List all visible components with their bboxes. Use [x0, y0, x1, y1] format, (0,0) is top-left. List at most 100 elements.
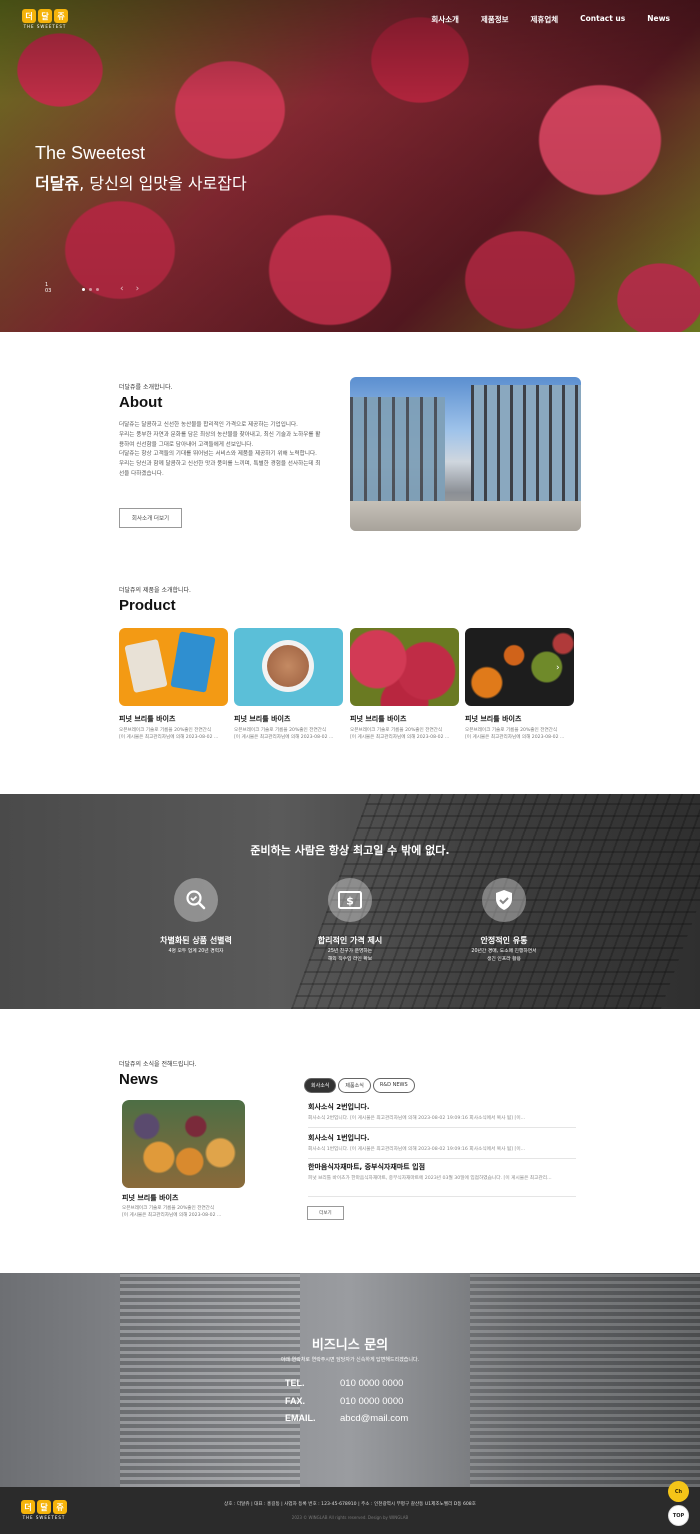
feature-desc: 해외 직수입 라인 확보: [327, 957, 373, 962]
feature-desc: 20년간 경매, 도소매 진행하면서: [471, 949, 537, 954]
news-kicker: 더달쥬의 소식을 전해드립니다.: [119, 1061, 197, 1068]
product-desc: 오븐브레이크 기술로 기름을 20%줄인 전연간식: [234, 728, 327, 733]
product-card[interactable]: 피넛 브리틀 바이츠 오븐브레이크 기술로 기름을 20%줄인 전연간식 [이 …: [465, 628, 574, 741]
scroll-top-button[interactable]: TOP: [668, 1505, 689, 1526]
nav-item-contact[interactable]: Contact us: [580, 14, 625, 25]
prev-arrow-icon[interactable]: ‹: [120, 284, 124, 294]
hero-section: 더 달 쥬 THE SWEETEST 회사소개 제품정보 제휴업체 Contac…: [0, 0, 700, 332]
nav-item-company[interactable]: 회사소개: [431, 14, 459, 25]
news-item-title: 한마음식자재마트, 중부식자재마트 입점: [308, 1163, 426, 1171]
tab-company-news[interactable]: 회사소식: [304, 1078, 337, 1093]
contact-label: FAX.: [285, 1396, 306, 1406]
product-card[interactable]: 피넛 브리틀 바이츠 오븐브레이크 기술로 기름을 20%줄인 전연간식 [이 …: [234, 628, 343, 741]
footer-copyright: 2023 © WINGLAB All rights reserved. Desi…: [291, 1515, 409, 1520]
footer: 더 달 쥬 THE SWEETEST 상호 : 더달쥬 | 대표 : 홍길동 |…: [0, 1487, 700, 1534]
building-left-facade: [350, 397, 445, 507]
snack-bag: [124, 638, 168, 694]
product-next-icon[interactable]: ›: [556, 663, 560, 673]
contact-label: EMAIL.: [285, 1413, 316, 1423]
product-image: [350, 628, 459, 706]
next-arrow-icon[interactable]: ›: [136, 284, 140, 294]
news-list-item[interactable]: 회사소식 1번입니다. 회사소식 1번입니다. [이 게시물은 최고관리자님에 …: [308, 1133, 576, 1159]
logo-tagline: THE SWEETEST: [23, 24, 67, 29]
business-subtitle: 아래 연락처로 연락주시면 담당자가 신속하게 답변해드리겠습니다.: [280, 1357, 420, 1363]
product-name: 피넛 브리틀 바이츠: [119, 715, 176, 723]
kakao-chat-button[interactable]: Ch: [668, 1481, 689, 1502]
feature-item: 안정적인 유통 20년간 경매, 도소매 진행하면서 생긴 인프라 활용: [439, 878, 569, 964]
about-title: About: [119, 394, 163, 411]
slide-dot[interactable]: [96, 288, 99, 291]
news-featured-image[interactable]: [122, 1100, 245, 1188]
slide-total: 03: [45, 288, 52, 294]
product-card[interactable]: 피넛 브리틀 바이츠 오븐브레이크 기술로 기름을 20%줄인 전연간식 [이 …: [119, 628, 228, 741]
news-item-title: 회사소식 1번입니다.: [308, 1134, 370, 1142]
about-kicker: 더달쥬를 소개합니다.: [119, 384, 173, 391]
dollar-icon: $: [328, 878, 372, 922]
about-paragraph: 우리는 풍부한 자연과 문화를 담은 최상의 농산물을 찾아내고, 최신 기술과…: [119, 431, 321, 448]
product-desc: 오븐브레이크 기술로 기름을 20%줄인 전연간식: [350, 728, 443, 733]
site-logo[interactable]: 더 달 쥬 THE SWEETEST: [22, 9, 68, 29]
news-tabs: 회사소식 제품소식 R&D NEWS: [304, 1078, 415, 1093]
contact-value: 010 0000 0000: [340, 1396, 404, 1407]
product-name: 피넛 브리틀 바이츠: [465, 715, 522, 723]
about-text: 더달쥬는 달콤하고 신선한 농산물을 합리적인 가격으로 제공하는 기업입니다.…: [119, 421, 324, 480]
news-item-desc: 회사소식 1번입니다. [이 게시물은 최고관리자님에 의해 2023-08-0…: [308, 1147, 526, 1152]
feature-item: $ 합리적인 가격 제시 25년 친구가 운영하는 해외 직수입 라인 확보: [285, 878, 415, 964]
product-card[interactable]: 피넛 브리틀 바이츠 오븐브레이크 기술로 기름을 20%줄인 전연간식 [이 …: [350, 628, 459, 741]
product-image: [234, 628, 343, 706]
search-check-icon: [174, 878, 218, 922]
slide-dot[interactable]: [82, 288, 85, 291]
product-name: 피넛 브리틀 바이츠: [350, 715, 407, 723]
building-right-facade: [471, 385, 581, 515]
business-title: 비즈니스 문의: [311, 1338, 389, 1353]
logo-char: 더: [22, 9, 36, 23]
nav-item-news[interactable]: News: [647, 14, 670, 25]
news-more-button[interactable]: 더보기: [307, 1206, 344, 1220]
product-desc: [이 게시물은 최고관리자님에 의해 2023-08-02 ...: [350, 735, 450, 740]
bg-blinds: [470, 1273, 700, 1487]
slide-dot[interactable]: [89, 288, 92, 291]
shield-check-icon: [482, 878, 526, 922]
feature-desc: 4명 모두 업계 20년 경력자: [168, 949, 224, 954]
logo-char: 달: [38, 9, 52, 23]
contact-value: 010 0000 0000: [340, 1378, 404, 1389]
product-desc: [이 게시물은 최고관리자님에 의해 2023-08-02 ...: [119, 735, 219, 740]
news-item-desc: 회사소식 2번입니다. [이 게시물은 최고관리자님에 의해 2023-08-0…: [308, 1116, 526, 1121]
slide-dots: [82, 288, 99, 291]
nav-item-products[interactable]: 제품정보: [481, 14, 509, 25]
product-image: [119, 628, 228, 706]
news-list-item[interactable]: 한마음식자재마트, 중부식자재마트 입점 피넛 브리틀 바이츠가 한마음식자재마…: [308, 1162, 576, 1197]
svg-text:$: $: [346, 895, 354, 908]
feature-title: 합리적인 가격 제시: [317, 936, 383, 945]
about-paragraph: 더달쥬는 항상 고객들의 기대를 뛰어넘는 서비스와 제품을 제공하기 위해 노…: [119, 451, 317, 458]
about-paragraph: 우리는 당신과 함께 달콤하고 신선한 맛과 풍미를 느끼며, 특별한 경험을 …: [119, 461, 321, 477]
product-name: 피넛 브리틀 바이츠: [234, 715, 291, 723]
main-nav: 회사소개 제품정보 제휴업체 Contact us News: [431, 14, 670, 25]
nav-item-partners[interactable]: 제휴업체: [531, 14, 559, 25]
news-featured-desc: 오븐브레이크 기술로 기름을 20%줄인 전연간식 [이 게시물은 최고관리자님…: [122, 1205, 245, 1219]
news-featured-title[interactable]: 피넛 브리틀 바이츠: [122, 1193, 178, 1203]
news-list-item[interactable]: 회사소식 2번입니다. 회사소식 2번입니다. [이 게시물은 최고관리자님에 …: [308, 1102, 576, 1128]
product-desc: [이 게시물은 최고관리자님에 의해 2023-08-02 ...: [234, 735, 334, 740]
logo-char: 쥬: [54, 9, 68, 23]
hero-overlay: [0, 0, 700, 332]
feature-title: 차별화된 상품 선별력: [160, 936, 232, 945]
logo-mark: 더 달 쥬: [22, 9, 68, 23]
snack-bag: [170, 631, 216, 693]
nuts: [267, 645, 309, 687]
hero-subheadline: 더달쥬, 당신의 입맛을 사로잡다: [35, 170, 247, 194]
about-more-button[interactable]: 회사소개 더보기: [119, 508, 182, 528]
news-item-desc: 피넛 브리틀 바이츠가 한마음식자재마트, 중부식자재마트에 2023년 03월…: [308, 1176, 552, 1181]
tab-rnd-news[interactable]: R&D NEWS: [372, 1078, 415, 1093]
news-item-title: 회사소식 2번입니다.: [308, 1103, 370, 1111]
contact-value[interactable]: abcd@mail.com: [340, 1413, 408, 1424]
slide-counter: 1 03: [45, 282, 51, 294]
slide-arrows: ‹ ›: [120, 284, 139, 294]
tab-product-news[interactable]: 제품소식: [338, 1078, 371, 1093]
feature-desc: 25년 친구가 운영하는: [327, 949, 373, 954]
product-desc: 오븐브레이크 기술로 기름을 20%줄인 전연간식: [465, 728, 558, 733]
hero-slogan: , 당신의 입맛을 사로잡다: [79, 174, 247, 193]
feature-title: 안정적인 유통: [480, 936, 528, 945]
news-featured-desc-line: 오븐브레이크 기술로 기름을 20%줄인 전연간식: [122, 1206, 215, 1211]
news-featured-desc-line: [이 게시물은 최고관리자님에 의해 2023-08-02 ...: [122, 1213, 222, 1218]
